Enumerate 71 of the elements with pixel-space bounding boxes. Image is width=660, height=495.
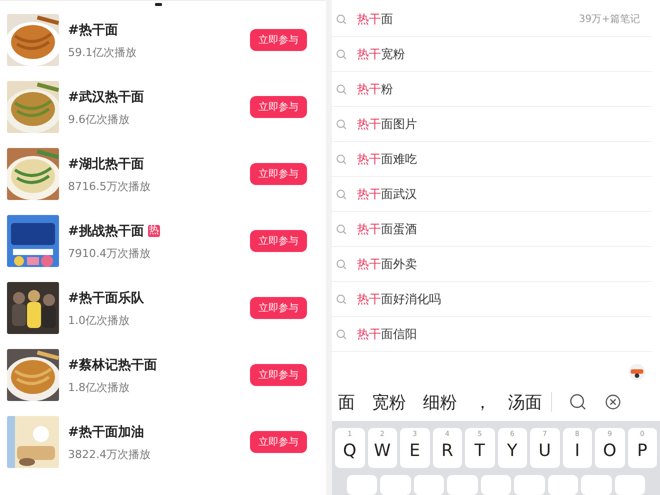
topic-title: #蔡林记热干面 [68,356,157,374]
suggestion-text: 热干宽粉 [357,46,406,62]
keyboard-key[interactable] [514,475,545,495]
suggestion-text: 热干粉 [357,80,394,98]
play-count: 1.8亿次播放 [68,380,130,394]
suggestion-text: 热干面外卖 [357,256,418,272]
play-count: 9.6亿次播放 [68,112,130,126]
suggestion-item[interactable]: 热干面外卖 [332,247,652,282]
suggestion-text: 热干面 [357,10,394,28]
suggestion-item[interactable]: 热干面武汉 [332,177,652,212]
join-button[interactable]: 立即参与 [250,431,307,453]
search-icon [336,48,347,60]
search-icon [336,14,347,24]
suggestion-item[interactable]: 热干面 39万+篇笔记 [332,2,652,37]
candidate-word[interactable]: 细粉 [423,390,457,414]
suggestion-item[interactable]: 热干面难吃 [332,142,652,177]
search-icon [336,328,347,340]
close-icon[interactable] [604,393,622,411]
hot-badge: 热 [148,224,160,236]
suggestion-text: 热干面图片 [357,116,418,132]
suggestion-item[interactable]: 热干面信阳 [332,317,652,352]
join-button[interactable]: 立即参与 [250,297,307,319]
play-count: 59.1亿次播放 [68,44,138,60]
candidate-word[interactable]: 宽粉 [372,390,406,414]
search-icon [336,154,347,164]
join-button[interactable]: 立即参与 [250,364,307,386]
topic-title: #湖北热干面 [68,156,144,172]
suggestion-item[interactable]: 热干面蛋酒 [332,212,652,247]
topic-title: #热干面乐队 [68,290,144,306]
suggestion-text: 热干面好消化吗 [357,290,442,308]
play-count: 8716.5万次播放 [68,178,152,194]
play-count: 3822.4万次播放 [68,446,152,462]
suggestion-text: 热干面信阳 [357,326,418,342]
search-icon [336,188,347,200]
join-button[interactable]: 立即参与 [250,163,307,185]
notch [155,3,162,6]
topic-title: #热干面 [68,22,118,38]
search-icon [336,258,347,270]
keyboard-key[interactable] [447,475,478,495]
keyboard-key[interactable] [581,475,612,495]
keyboard-key[interactable] [414,475,444,495]
note-count: 39万+篇笔记 [578,13,640,26]
search-icon [336,118,347,130]
suggestion-text: 热干面难吃 [357,150,418,168]
search-icon[interactable] [569,393,587,411]
topic-title: #挑战热干面 [68,222,144,240]
join-button[interactable]: 立即参与 [250,230,307,252]
search-icon [336,84,347,94]
suggestion-text: 热干面武汉 [357,186,418,202]
search-icon [336,224,347,234]
candidate-word[interactable]: 面 [338,390,355,414]
mascot-icon[interactable] [628,363,646,381]
suggestion-item[interactable]: 热干面好消化吗 [332,282,652,317]
keyboard-key[interactable] [380,475,411,495]
topic-title: #热干面加油 [68,424,144,440]
suggestion-text: 热干面蛋酒 [357,220,418,238]
suggestion-item[interactable]: 热干粉 [332,72,652,107]
keyboard-key[interactable] [347,475,378,495]
join-button[interactable]: 立即参与 [250,29,307,51]
topic-title: #武汉热干面 [68,88,144,106]
keyboard-key[interactable] [548,475,578,495]
candidate-word[interactable]: ， [474,390,491,414]
candidate-word[interactable]: 汤面 [508,390,542,414]
keyboard-key[interactable] [614,475,645,495]
join-button[interactable]: 立即参与 [250,96,307,118]
suggestion-item[interactable]: 热干面图片 [332,107,652,142]
search-icon [336,294,347,304]
suggestion-item[interactable]: 热干宽粉 [332,37,652,72]
play-count: 1.0亿次播放 [68,312,130,328]
keyboard-key[interactable] [480,475,512,495]
play-count: 7910.4万次播放 [68,246,152,260]
